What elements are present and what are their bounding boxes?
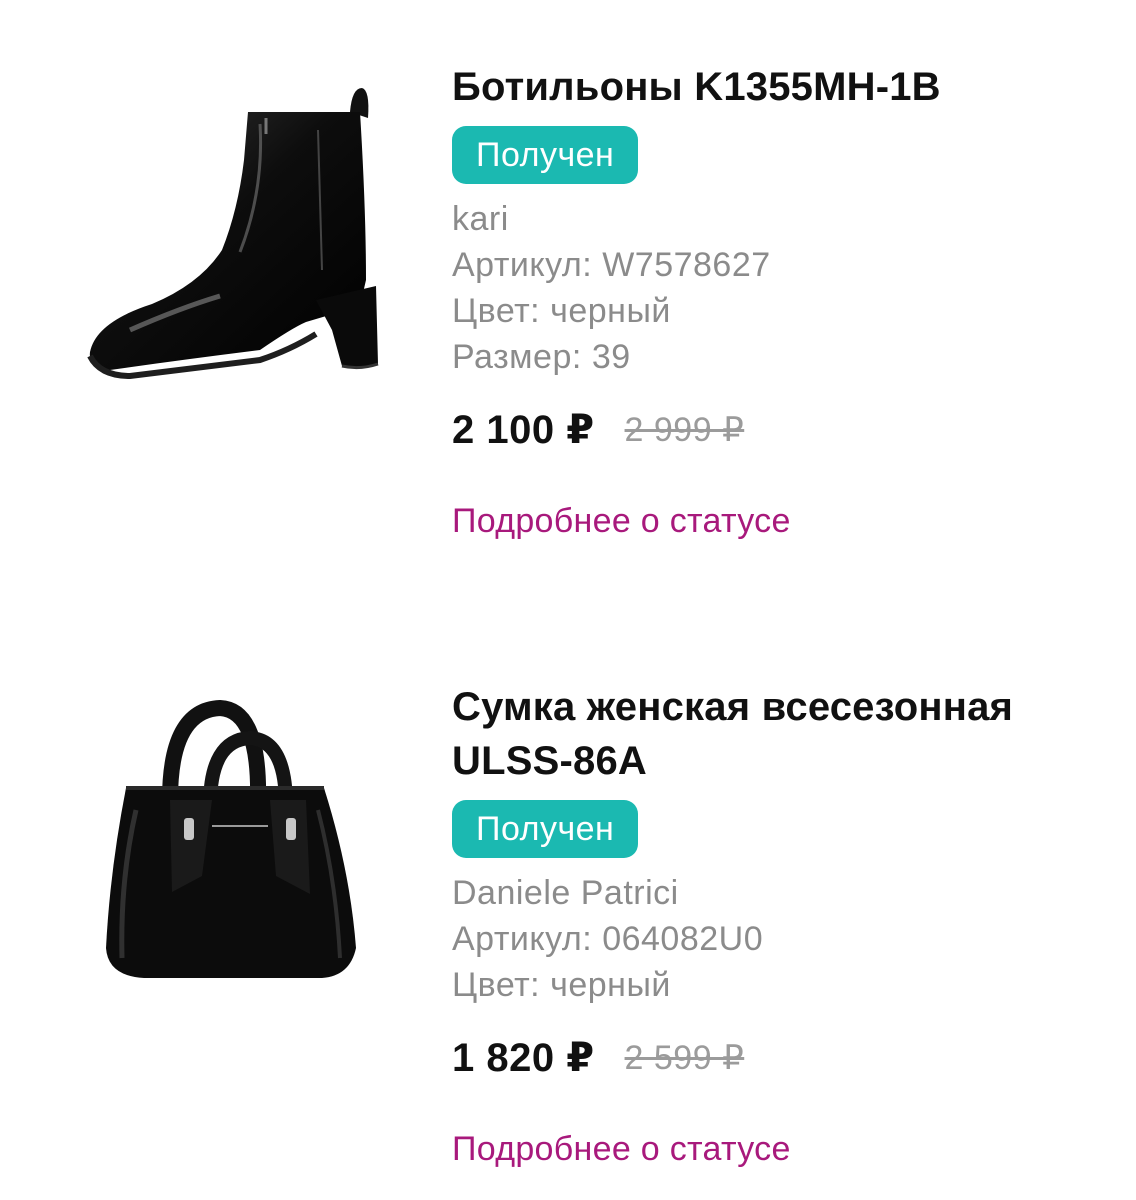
article-line: Артикул: W7578627 xyxy=(452,242,1112,288)
product-meta: kari Артикул: W7578627 Цвет: черный Размер… xyxy=(452,196,1112,380)
price-old: 2 599 ₽ xyxy=(624,1039,745,1077)
color-label: Цвет: xyxy=(452,292,541,330)
size-label: Размер: xyxy=(452,338,582,376)
handbag-product-image[interactable] xyxy=(60,680,400,1020)
color-label: Цвет: xyxy=(452,966,541,1004)
status-badge: Получен xyxy=(452,800,639,858)
article-value: W7578627 xyxy=(602,246,771,284)
order-item: Ботильоны K1355MH-1B Получен kari Артику… xyxy=(0,40,1136,560)
brand-name: Daniele Patrici xyxy=(452,874,679,912)
status-details-link[interactable]: Подробнее о статусе xyxy=(452,1126,791,1172)
price-block: 1 820 ₽ 2 599 ₽ xyxy=(452,1030,1112,1086)
article-label: Артикул: xyxy=(452,920,593,958)
color-value: черный xyxy=(550,292,671,330)
ankle-boot-product-image[interactable] xyxy=(60,60,400,400)
price-block: 2 100 ₽ 2 999 ₽ xyxy=(452,402,1112,458)
price-current: 2 100 ₽ xyxy=(452,408,595,452)
status-details-link[interactable]: Подробнее о статусе xyxy=(452,498,791,544)
color-value: черный xyxy=(550,966,671,1004)
status-badge: Получен xyxy=(452,126,639,184)
size-value: 39 xyxy=(591,338,631,376)
brand-name: kari xyxy=(452,200,509,238)
product-title[interactable]: Сумка женская всесезонная ULSS-86A xyxy=(452,680,1112,788)
size-line: Размер: 39 xyxy=(452,334,1112,380)
color-line: Цвет: черный xyxy=(452,962,1112,1008)
article-line: Артикул: 064082U0 xyxy=(452,916,1112,962)
price-current: 1 820 ₽ xyxy=(452,1036,595,1080)
article-value: 064082U0 xyxy=(602,920,764,958)
product-meta: Daniele Patrici Артикул: 064082U0 Цвет: че… xyxy=(452,870,1112,1008)
price-old: 2 999 ₽ xyxy=(624,411,745,449)
order-item: Сумка женская всесезонная ULSS-86A Получ… xyxy=(0,660,1136,1200)
article-label: Артикул: xyxy=(452,246,593,284)
product-title[interactable]: Ботильоны K1355MH-1B xyxy=(452,60,1112,114)
color-line: Цвет: черный xyxy=(452,288,1112,334)
